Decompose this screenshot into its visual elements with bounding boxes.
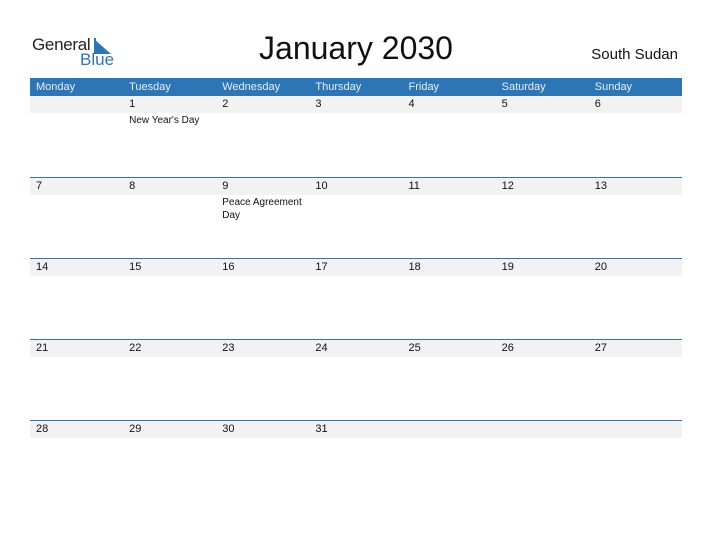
day-cell: 8 xyxy=(123,178,216,258)
day-number: 4 xyxy=(408,98,415,110)
day-cell: 18 xyxy=(403,259,496,339)
day-number: 10 xyxy=(315,180,328,192)
day-cell: 4 xyxy=(403,96,496,177)
day-number: 29 xyxy=(129,423,142,435)
day-cell: 22 xyxy=(123,340,216,420)
weekday-thursday: Thursday xyxy=(315,81,362,93)
day-number: 28 xyxy=(36,423,49,435)
day-number: 21 xyxy=(36,342,49,354)
day-cell: 10 xyxy=(309,178,402,258)
holiday-label: New Year's Day xyxy=(129,115,200,126)
day-cell: 3 xyxy=(309,96,402,177)
day-cell: 13 xyxy=(589,178,682,258)
day-number: 18 xyxy=(408,261,421,273)
day-cell xyxy=(30,96,123,177)
day-number: 24 xyxy=(315,342,328,354)
day-cell xyxy=(403,421,496,501)
country-label: South Sudan xyxy=(591,46,678,63)
day-number: 3 xyxy=(315,98,322,110)
day-cell: 1 New Year's Day xyxy=(123,96,216,177)
day-number: 31 xyxy=(315,423,328,435)
day-cell: 27 xyxy=(589,340,682,420)
weekday-tuesday: Tuesday xyxy=(129,81,171,93)
day-number: 25 xyxy=(408,342,421,354)
day-cell: 9 Peace Agreement Day xyxy=(216,178,309,258)
week-row: 21 22 23 24 25 26 27 xyxy=(30,339,682,420)
day-cell: 19 xyxy=(496,259,589,339)
holiday-label: Peace Agreement Day xyxy=(222,197,302,221)
day-cell: 31 xyxy=(309,421,402,501)
day-number: 30 xyxy=(222,423,235,435)
day-number: 7 xyxy=(36,180,43,192)
weekday-monday: Monday xyxy=(36,81,76,93)
weekday-header: Monday Tuesday Wednesday Thursday Friday Satu… xyxy=(30,78,682,96)
day-cell: 11 xyxy=(403,178,496,258)
day-cell: 30 xyxy=(216,421,309,501)
day-number: 2 xyxy=(222,98,229,110)
week-row: 28 29 30 31 xyxy=(30,420,682,501)
day-cell: 12 xyxy=(496,178,589,258)
weekday-friday: Friday xyxy=(408,81,440,93)
day-cell: 17 xyxy=(309,259,402,339)
day-cell: 26 xyxy=(496,340,589,420)
day-cell: 6 xyxy=(589,96,682,177)
weekday-sunday: Sunday xyxy=(594,81,633,93)
day-cell: 28 xyxy=(30,421,123,501)
weekday-saturday: Saturday xyxy=(501,81,546,93)
day-cell: 21 xyxy=(30,340,123,420)
day-number: 9 xyxy=(222,180,229,192)
day-cell: 7 xyxy=(30,178,123,258)
day-number: 17 xyxy=(315,261,328,273)
day-number: 16 xyxy=(222,261,235,273)
day-cell: 2 xyxy=(216,96,309,177)
day-cell xyxy=(496,421,589,501)
weeks-container: 1 New Year's Day 2 3 4 5 6 7 8 9 Peace Agreement D… xyxy=(30,96,682,501)
week-row: 14 15 16 17 18 19 20 xyxy=(30,258,682,339)
day-cell: 14 xyxy=(30,259,123,339)
day-number: 11 xyxy=(408,180,420,192)
day-number: 1 xyxy=(129,98,136,110)
day-cell: 5 xyxy=(496,96,589,177)
day-cell xyxy=(589,421,682,501)
day-number: 8 xyxy=(129,180,136,192)
day-cell: 20 xyxy=(589,259,682,339)
day-number: 13 xyxy=(594,180,607,192)
day-number: 22 xyxy=(129,342,142,354)
day-number: 23 xyxy=(222,342,235,354)
day-number: 12 xyxy=(501,180,514,192)
day-cell: 15 xyxy=(123,259,216,339)
day-number: 5 xyxy=(501,98,508,110)
day-number: 14 xyxy=(36,261,49,273)
day-number: 27 xyxy=(594,342,607,354)
day-cell: 16 xyxy=(216,259,309,339)
day-number: 6 xyxy=(594,98,601,110)
day-number: 15 xyxy=(129,261,142,273)
day-number: 19 xyxy=(501,261,514,273)
week-row: 7 8 9 Peace Agreement Day 10 11 12 13 xyxy=(30,177,682,258)
day-number: 26 xyxy=(501,342,514,354)
day-cell: 24 xyxy=(309,340,402,420)
week-row: 1 New Year's Day 2 3 4 5 6 xyxy=(30,96,682,177)
weekday-wednesday: Wednesday xyxy=(222,81,281,93)
day-cell: 29 xyxy=(123,421,216,501)
day-cell: 23 xyxy=(216,340,309,420)
calendar-grid: Monday Tuesday Wednesday Thursday Friday Satu… xyxy=(30,78,682,501)
day-number: 20 xyxy=(594,261,607,273)
day-cell: 25 xyxy=(403,340,496,420)
